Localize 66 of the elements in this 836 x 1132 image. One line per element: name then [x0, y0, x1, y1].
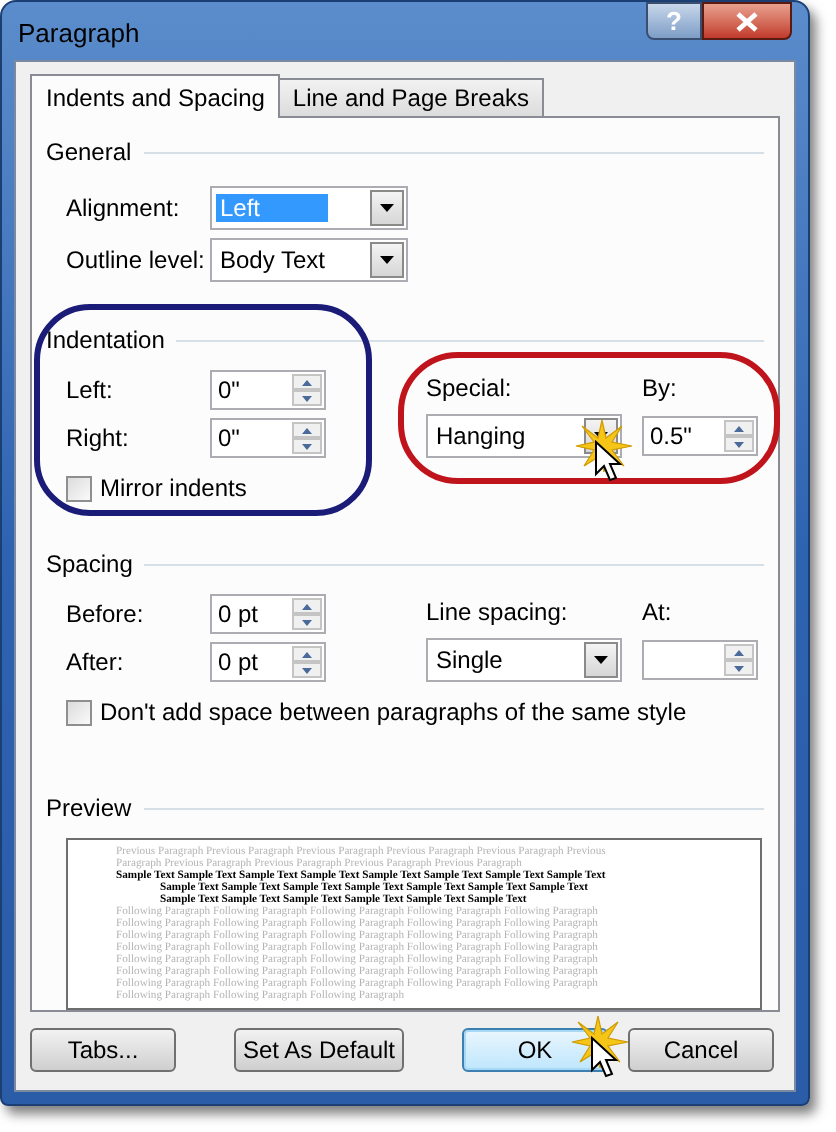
section-heading: Spacing: [46, 548, 133, 582]
section-heading: Preview: [46, 792, 132, 826]
section-heading: General: [46, 136, 132, 170]
field-label: Left:: [66, 374, 115, 408]
field-label: Alignment:: [66, 192, 182, 226]
up-arrow-icon: [734, 425, 744, 431]
checkbox[interactable]: [66, 475, 92, 501]
dialog-button[interactable]: Set As Default: [234, 1028, 404, 1072]
down-arrow-icon: [302, 619, 312, 625]
dialog-button[interactable]: Cancel: [628, 1028, 774, 1072]
spin-down-button[interactable]: [292, 662, 322, 678]
spin-field[interactable]: 0": [210, 418, 326, 458]
cursor-icon: [594, 440, 622, 482]
dropdown[interactable]: Body Text: [210, 238, 408, 282]
up-arrow-icon: [734, 649, 744, 655]
dialog-button[interactable]: Tabs...: [30, 1028, 176, 1072]
checkbox[interactable]: [66, 699, 92, 725]
down-arrow-icon: [734, 441, 744, 447]
spin-field[interactable]: [642, 640, 758, 680]
cursor-icon: [590, 1036, 618, 1078]
spin-up-button[interactable]: [724, 420, 754, 436]
spin-down-button[interactable]: [724, 660, 754, 676]
up-arrow-icon: [302, 427, 312, 433]
spin-field[interactable]: 0 pt: [210, 594, 326, 634]
checkbox-label: Don't add space between paragraphs of the same style: [100, 696, 687, 730]
spin-up-button[interactable]: [292, 646, 322, 662]
spin-field[interactable]: 0.5": [642, 416, 758, 456]
field-label: At:: [642, 596, 672, 630]
up-arrow-icon: [302, 651, 312, 657]
field-label: Special:: [426, 372, 514, 406]
dropdown-arrow-button[interactable]: [370, 242, 404, 278]
close-icon: [736, 11, 758, 31]
field-label: Outline level:: [66, 244, 207, 278]
spin-down-button[interactable]: [724, 436, 754, 452]
field-label: Line spacing:: [426, 596, 570, 630]
spin-down-button[interactable]: [292, 438, 322, 454]
down-arrow-icon: [302, 395, 312, 401]
checkbox-label: Mirror indents: [100, 472, 247, 506]
down-arrow-icon: [734, 665, 744, 671]
tab[interactable]: Indents and Spacing: [30, 74, 281, 118]
spin-up-button[interactable]: [292, 598, 322, 614]
field-label: By:: [642, 372, 677, 406]
close-button[interactable]: [702, 2, 792, 40]
down-arrow-icon: [302, 667, 312, 673]
down-arrow-icon: [302, 443, 312, 449]
spin-field[interactable]: 0 pt: [210, 642, 326, 682]
spin-field[interactable]: 0": [210, 370, 326, 410]
field-label: Right:: [66, 422, 131, 456]
section-heading: Indentation: [46, 324, 165, 358]
up-arrow-icon: [302, 379, 312, 385]
caret-icon: [380, 204, 394, 212]
spin-down-button[interactable]: [292, 614, 322, 630]
up-arrow-icon: [302, 603, 312, 609]
spin-down-button[interactable]: [292, 390, 322, 406]
field-label: After:: [66, 646, 126, 680]
spin-up-button[interactable]: [292, 374, 322, 390]
dropdown-arrow-button[interactable]: [370, 190, 404, 226]
field-label: Before:: [66, 598, 146, 632]
dropdown[interactable]: Single: [426, 638, 622, 682]
window-title: Paragraph: [18, 16, 142, 52]
caret-icon: [380, 256, 394, 264]
spin-up-button[interactable]: [724, 644, 754, 660]
tab[interactable]: Line and Page Breaks: [280, 78, 544, 116]
caret-icon: [594, 656, 608, 664]
spin-up-button[interactable]: [292, 422, 322, 438]
dropdown-arrow-button[interactable]: [584, 642, 618, 678]
